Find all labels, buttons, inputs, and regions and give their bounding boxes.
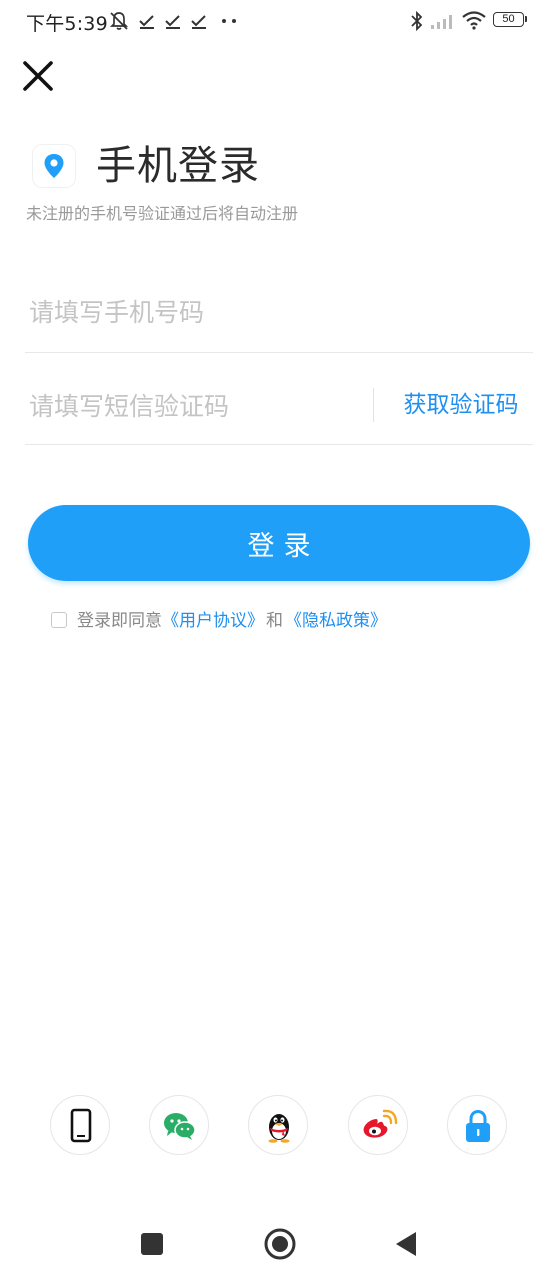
recent-apps-button[interactable] [130,1222,174,1266]
agree-checkbox[interactable] [51,611,67,628]
app-logo [33,145,75,187]
back-button[interactable] [384,1222,428,1266]
phone-field [25,270,533,353]
weibo-icon [363,1109,398,1138]
user-agreement-link[interactable]: 《用户协议》 [162,611,264,631]
wechat-icon [164,1113,196,1140]
wifi-icon [462,11,486,30]
check-icon [191,15,206,29]
weibo-login-button[interactable] [348,1095,408,1155]
close-button[interactable] [20,58,56,94]
home-button[interactable] [258,1222,302,1266]
check-icon [165,15,180,29]
wechat-login-button[interactable] [149,1095,209,1155]
bell-muted-icon [109,12,129,30]
location-pin-icon [44,154,64,178]
agreement-row: 登录即同意《用户协议》和《隐私政策》 [51,608,387,634]
mobile-phone-icon [70,1108,92,1143]
lock-icon [466,1109,490,1142]
divider [373,388,374,422]
check-icon [139,15,154,29]
privacy-policy-link[interactable]: 《隐私政策》 [285,611,387,631]
status-time: 下午5:39 [26,13,108,35]
sms-code-input[interactable] [29,388,359,424]
subtitle: 未注册的手机号验证通过后将自动注册 [26,204,299,223]
page-title: 手机登录 [96,143,260,189]
qq-penguin-icon [268,1114,290,1143]
qq-login-button[interactable] [248,1095,308,1155]
signal-icon [431,15,452,29]
battery-icon: 50 [493,12,527,27]
agreement-prefix: 登录即同意 [77,611,162,631]
password-login-button[interactable] [447,1095,507,1155]
get-code-button[interactable]: 获取验证码 [391,386,531,424]
login-button[interactable]: 登录 [28,505,530,581]
bluetooth-icon [411,10,423,32]
code-field: 获取验证码 [25,364,533,445]
status-bar: 下午5:39 50 [0,0,559,42]
phone-login-button[interactable] [50,1095,110,1155]
phone-input[interactable] [29,294,519,330]
agreement-conjunction: 和 [266,611,283,631]
more-dots-icon [222,19,236,23]
